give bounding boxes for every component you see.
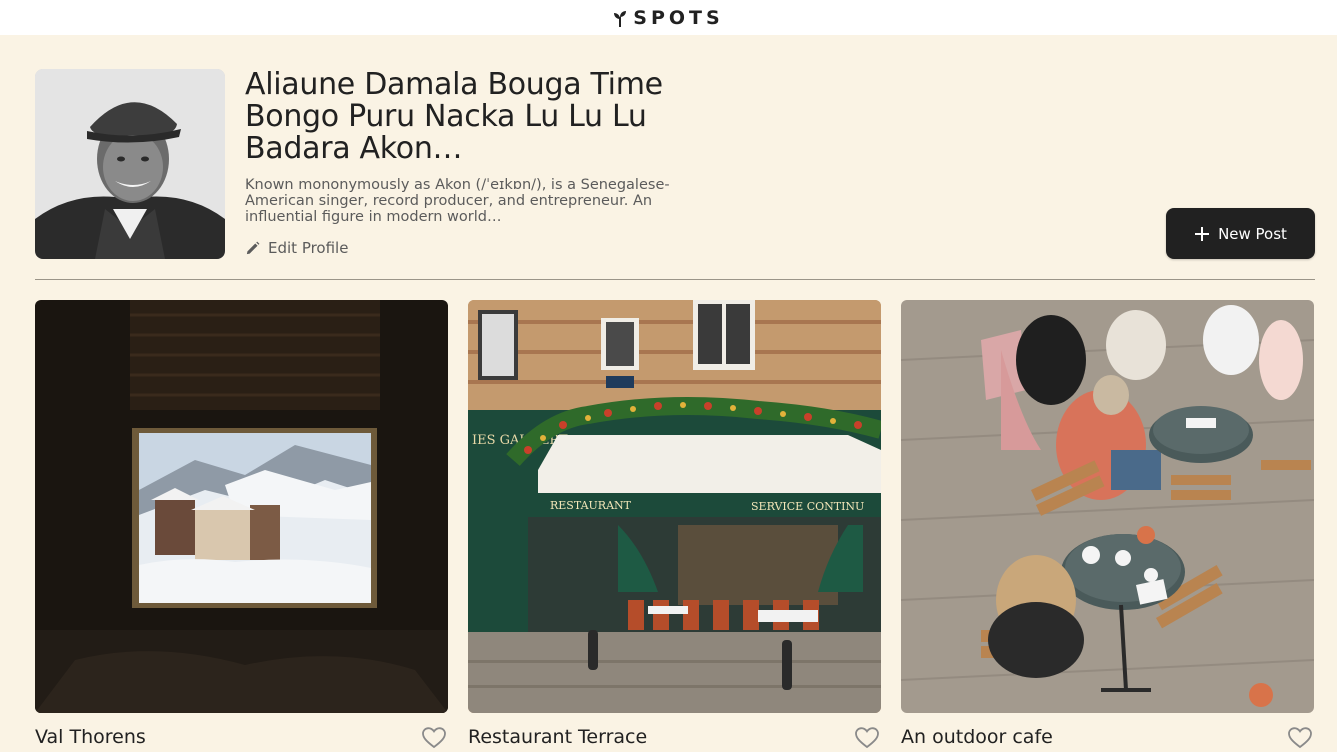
card-title: Restaurant Terrace: [468, 726, 648, 748]
profile-name: Aliaune Damala Bouga Time Bongo Puru Nac…: [245, 67, 663, 166]
profile-section: Aliaune Damala Bouga Time Bongo Puru Nac…: [35, 69, 1315, 259]
new-post-button[interactable]: New Post: [1166, 208, 1315, 259]
card-image[interactable]: IES GAUBERT RESTAURANT SERVICE CONTINU: [468, 300, 881, 713]
sprout-icon: [614, 10, 627, 27]
heart-outline-icon: [855, 727, 879, 749]
sign-service: SERVICE CONTINU: [751, 500, 864, 513]
snowy-mountain-window-photo: [35, 300, 448, 713]
card-image[interactable]: [35, 300, 448, 713]
like-button[interactable]: [1288, 726, 1314, 750]
edit-profile-label: Edit Profile: [268, 239, 349, 257]
card[interactable]: IES GAUBERT RESTAURANT SERVICE CONTINU R…: [468, 300, 881, 752]
pencil-icon: [246, 241, 260, 254]
heart-outline-icon: [422, 727, 446, 749]
plus-icon: [1195, 226, 1210, 241]
logo-text: SPOTS: [633, 6, 724, 29]
divider: [35, 279, 1315, 280]
card-title: Val Thorens: [35, 726, 146, 748]
paris-restaurant-photo: IES GAUBERT RESTAURANT SERVICE CONTINU: [468, 300, 881, 713]
card-title: An outdoor cafe: [901, 726, 1053, 748]
like-button[interactable]: [855, 726, 881, 750]
avatar: [35, 69, 225, 259]
heart-outline-icon: [1288, 727, 1312, 749]
card[interactable]: An outdoor cafe: [901, 300, 1314, 752]
profile-bio: Known mononymously as Akon (/ˈeɪkɒn/), i…: [245, 177, 670, 225]
edit-profile-button[interactable]: Edit Profile: [245, 239, 348, 257]
avatar-photo: [35, 69, 225, 259]
card-footer: Restaurant Terrace: [468, 724, 881, 752]
sign-restaurant: RESTAURANT: [550, 499, 632, 512]
card-footer: An outdoor cafe: [901, 724, 1314, 752]
card-footer: Val Thorens: [35, 724, 448, 752]
top-bar: SPOTS: [0, 0, 1337, 35]
card[interactable]: Val Thorens: [35, 300, 448, 752]
outdoor-cafe-photo: [901, 300, 1314, 713]
new-post-label: New Post: [1218, 224, 1287, 243]
logo[interactable]: SPOTS: [613, 7, 723, 29]
card-grid: Val Thorens IES GAUBERT RESTAURANT SERVI…: [35, 300, 1315, 752]
like-button[interactable]: [422, 726, 448, 750]
card-image[interactable]: [901, 300, 1314, 713]
